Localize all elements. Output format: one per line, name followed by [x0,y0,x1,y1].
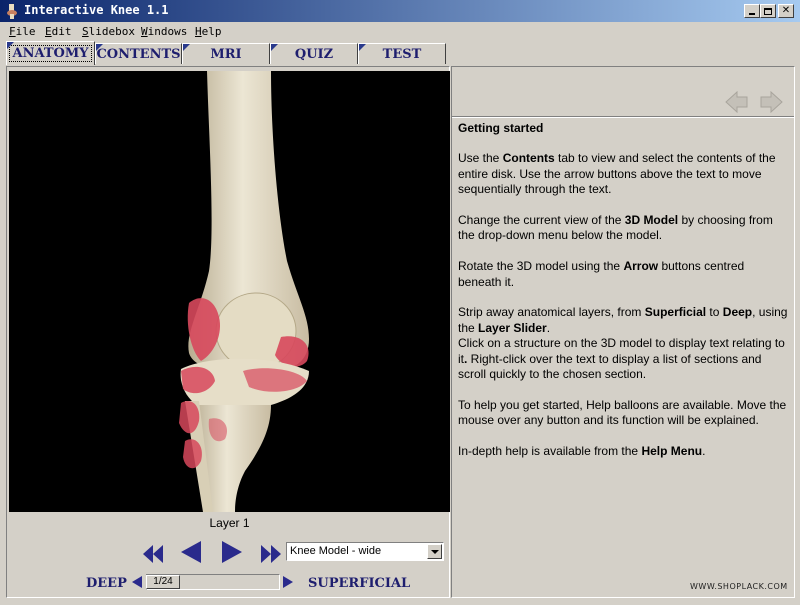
info-text-run: To help you get started, Help balloons a… [458,397,787,428]
info-emphasis: 3D Model [624,213,679,228]
previous-page-button[interactable] [725,91,749,113]
rotate-fast-right-button[interactable] [258,541,284,567]
menu-help-mnemonic: H [195,25,202,38]
menu-slidebox-mnemonic: S [82,25,89,38]
menu-edit-label: dit [51,25,72,38]
slider-left-arrow-button[interactable] [131,576,143,588]
info-divider-highlight [452,117,794,118]
menu-file-mnemonic: F [9,25,16,38]
close-button[interactable]: ✕ [778,4,794,18]
menu-help-label: elp [201,25,222,38]
deep-label: DEEP [86,576,127,591]
info-emphasis: Arrow [623,259,659,274]
tab-contents[interactable]: CONTENTS [95,43,182,64]
info-paragraph: Use the Contents tab to view and select … [458,151,788,197]
menu-edit[interactable]: Edit [45,25,72,38]
info-text-run: Right-click over the text to display a l… [458,351,762,382]
info-text-run: Use the [458,151,503,166]
3d-model-viewport[interactable] [9,71,450,512]
tab-mri-label: MRI [210,46,242,62]
close-icon: ✕ [781,5,791,16]
info-text[interactable]: Getting started Use the Contents tab to … [458,121,788,475]
maximize-button[interactable] [760,4,776,18]
knee-model-image[interactable] [9,71,450,512]
next-page-button[interactable] [759,91,783,113]
menu-windows-label: indows [147,25,188,38]
info-paragraph: Strip away anatomical layers, from Super… [458,305,788,382]
app-icon[interactable] [4,3,20,19]
window-title: Interactive Knee 1.1 [24,3,169,17]
model-view-select[interactable]: Knee Model - wide [286,542,444,561]
chevron-down-icon[interactable] [427,544,442,559]
tab-anatomy[interactable]: ANATOMY [6,41,95,65]
rotate-left-button[interactable] [178,539,204,565]
slider-right-arrow-button[interactable] [282,576,294,588]
menu-file-label: ile [15,25,36,38]
tab-test-label: TEST [382,46,422,62]
minimize-icon [749,13,755,15]
info-paragraph: Change the current view of the 3D Model … [458,213,788,244]
info-text-run: . [546,320,551,335]
maximize-icon [764,7,772,15]
tab-corner-icon [183,44,190,51]
layer-slider-thumb[interactable]: 1/24 [146,575,180,589]
menu-help[interactable]: Help [195,25,222,38]
info-emphasis: Help Menu [641,444,703,459]
layer-label: Layer 1 [209,516,250,530]
model-view-value: Knee Model - wide [290,545,382,557]
info-emphasis: Layer Slider [478,320,547,335]
menu-slidebox-label: lidebox [88,25,135,38]
watermark: WWW.SHOPLACK.COM [690,582,788,591]
menu-bar: File Edit Slidebox Windows Help [0,22,800,42]
superficial-label: SUPERFICIAL [308,576,411,591]
menu-file[interactable]: File [9,25,36,38]
tab-quiz-label: QUIZ [294,46,334,62]
tab-contents-label: CONTENTS [96,46,181,62]
info-text-run: Rotate the 3D model using the [458,259,624,274]
tab-corner-icon [271,44,278,51]
title-bar[interactable]: Interactive Knee 1.1 ✕ [0,0,800,22]
rotate-right-button[interactable] [219,539,245,565]
info-text-run: . [702,444,706,459]
info-heading: Getting started [458,121,544,135]
tab-anatomy-label: ANATOMY [9,45,92,62]
info-emphasis: Deep [722,305,753,320]
info-text-run: In-depth help is available from the [458,444,642,459]
tab-corner-icon [359,44,366,51]
info-text-run: to [706,305,723,320]
info-paragraph: To help you get started, Help balloons a… [458,398,788,429]
tab-corner-icon [7,42,14,49]
info-paragraph: In-depth help is available from the Help… [458,444,788,459]
info-paragraphs: Use the Contents tab to view and select … [458,151,788,459]
arrow-left-icon [725,91,748,113]
tab-quiz[interactable]: QUIZ [270,43,358,64]
menu-windows[interactable]: Windows [141,25,187,38]
info-emphasis: Superficial [644,305,707,320]
tab-mri[interactable]: MRI [182,43,270,64]
info-paragraph: Rotate the 3D model using the Arrow butt… [458,259,788,290]
minimize-button[interactable] [744,4,760,18]
tab-test[interactable]: TEST [358,43,446,64]
menu-slidebox[interactable]: Slidebox [82,25,135,38]
info-emphasis: Contents [502,151,555,166]
info-text-run: Change the current view of the [458,213,625,228]
menu-windows-mnemonic: W [141,25,148,38]
rotate-fast-left-button[interactable] [140,541,166,567]
tab-corner-icon [96,44,103,51]
arrow-right-icon [760,91,783,113]
info-text-run: Strip away anatomical layers, from [458,305,645,320]
menu-edit-mnemonic: E [45,25,52,38]
